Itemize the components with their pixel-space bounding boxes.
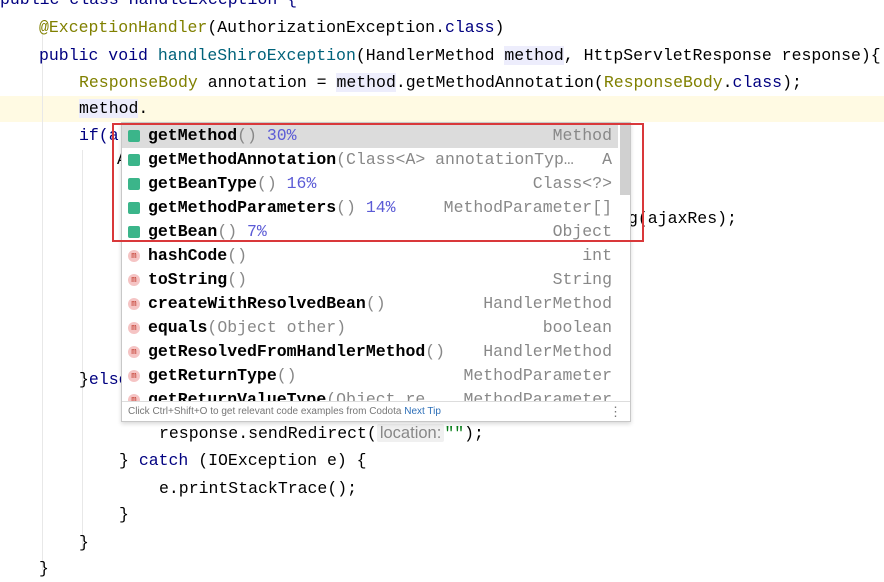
item-type: boolean bbox=[542, 318, 612, 337]
item-name: toString() bbox=[148, 268, 257, 292]
item-label: createWithResolvedBean bbox=[148, 294, 366, 313]
code-text: } bbox=[119, 451, 139, 470]
code-line: ResponseBody annotation = method.getMeth… bbox=[79, 70, 802, 96]
keyword: catch bbox=[138, 451, 189, 470]
method-icon: m bbox=[128, 274, 140, 286]
parameter-hint: location: bbox=[376, 424, 445, 442]
method-icon: m bbox=[128, 346, 140, 358]
code-line: response.sendRedirect(location: ""); bbox=[159, 420, 484, 446]
item-type: int bbox=[582, 246, 612, 265]
item-type: HandlerMethod bbox=[483, 342, 612, 361]
item-label: hashCode bbox=[148, 246, 228, 265]
footer-tip-text: Click Ctrl+Shift+O to get relevant code … bbox=[128, 406, 402, 417]
item-args: () bbox=[227, 246, 248, 265]
item-args: () bbox=[425, 342, 446, 361]
code-line: } bbox=[39, 556, 49, 582]
code-text: public class HandleException { bbox=[0, 0, 297, 9]
completion-item[interactable]: m getResolvedFromHandlerMethod() HandlerM… bbox=[122, 340, 618, 364]
more-options-icon[interactable]: ⋮ bbox=[609, 402, 622, 421]
item-name: getReturnType() bbox=[148, 364, 306, 388]
item-type: MethodParameter bbox=[463, 366, 612, 385]
type: ResponseBody bbox=[603, 73, 723, 92]
item-name: getResolvedFromHandlerMethod() bbox=[148, 340, 455, 364]
code-text: } bbox=[79, 370, 89, 389]
item-label: toString bbox=[148, 270, 228, 289]
code-text: e.printStackTrace(); bbox=[159, 479, 358, 498]
code-line: @ExceptionHandler(AuthorizationException… bbox=[39, 15, 504, 41]
code-text: (AuthorizationException. bbox=[207, 18, 445, 37]
completion-item[interactable]: m createWithResolvedBean() HandlerMethod bbox=[122, 292, 618, 316]
code-text: annotation = bbox=[197, 73, 337, 92]
type: ResponseBody bbox=[79, 73, 198, 92]
item-label: equals bbox=[148, 318, 208, 337]
indent-guide bbox=[42, 30, 43, 570]
next-tip-link[interactable]: Next Tip bbox=[404, 406, 441, 417]
item-args: () bbox=[276, 366, 297, 385]
identifier: method bbox=[79, 99, 139, 118]
completion-item[interactable]: m equals(Object other) boolean bbox=[122, 316, 618, 340]
code-line: } catch (IOException e) { bbox=[119, 448, 367, 474]
item-args: () bbox=[365, 294, 386, 313]
annotation: @ExceptionHandler bbox=[39, 18, 208, 37]
item-label: getReturnType bbox=[148, 366, 277, 385]
item-args: () bbox=[227, 270, 248, 289]
item-type: HandlerMethod bbox=[483, 294, 612, 313]
item-name: hashCode() bbox=[148, 244, 257, 268]
item-label: getResolvedFromHandlerMethod bbox=[148, 342, 426, 361]
code-text: (IOException e) { bbox=[188, 451, 367, 470]
completion-footer: Click Ctrl+Shift+O to get relevant code … bbox=[122, 401, 630, 421]
code-text: } bbox=[79, 533, 89, 552]
code-text: response.sendRedirect( bbox=[159, 424, 377, 443]
method-icon: m bbox=[128, 250, 140, 262]
completion-item[interactable]: m toString() String bbox=[122, 268, 618, 292]
method-icon: m bbox=[128, 298, 140, 310]
identifier: method bbox=[336, 73, 396, 92]
code-line: e.printStackTrace(); bbox=[159, 476, 357, 502]
identifier: method bbox=[504, 46, 564, 65]
item-name: equals(Object other) bbox=[148, 316, 356, 340]
code-line: g(ajaxRes); bbox=[628, 206, 737, 232]
code-text: g(ajaxRes); bbox=[628, 209, 737, 228]
method-name: handleShiroException bbox=[157, 46, 356, 65]
code-text: } bbox=[39, 559, 49, 578]
code-text: . bbox=[722, 73, 733, 92]
item-args: (Object other) bbox=[207, 318, 347, 337]
completion-item[interactable]: m getReturnType() MethodParameter bbox=[122, 364, 618, 388]
method-icon: m bbox=[128, 370, 140, 382]
code-line: public class HandleException { bbox=[0, 0, 297, 13]
item-name: createWithResolvedBean() bbox=[148, 292, 396, 316]
highlight-box bbox=[112, 123, 644, 242]
keyword: public void bbox=[39, 46, 158, 65]
keyword: class bbox=[732, 73, 783, 92]
code-line: } bbox=[119, 502, 129, 528]
code-text: ); bbox=[464, 424, 484, 443]
method-icon: m bbox=[128, 322, 140, 334]
keyword: class bbox=[444, 18, 495, 37]
code-text: .getMethodAnnotation( bbox=[395, 73, 604, 92]
code-text: ); bbox=[782, 73, 802, 92]
code-text: } bbox=[119, 505, 129, 524]
code-text: . bbox=[138, 99, 149, 118]
code-text: ) bbox=[494, 18, 505, 37]
code-line: } bbox=[79, 530, 89, 556]
string-literal: "" bbox=[444, 424, 465, 443]
indent-guide bbox=[82, 150, 83, 550]
code-text: , HttpServletResponse response){ bbox=[563, 46, 881, 65]
code-line: method. bbox=[79, 96, 148, 122]
item-type: String bbox=[552, 270, 612, 289]
code-text: (HandlerMethod bbox=[355, 46, 505, 65]
completion-item[interactable]: m hashCode() int bbox=[122, 244, 618, 268]
code-line: public void handleShiroException(Handler… bbox=[39, 43, 881, 69]
